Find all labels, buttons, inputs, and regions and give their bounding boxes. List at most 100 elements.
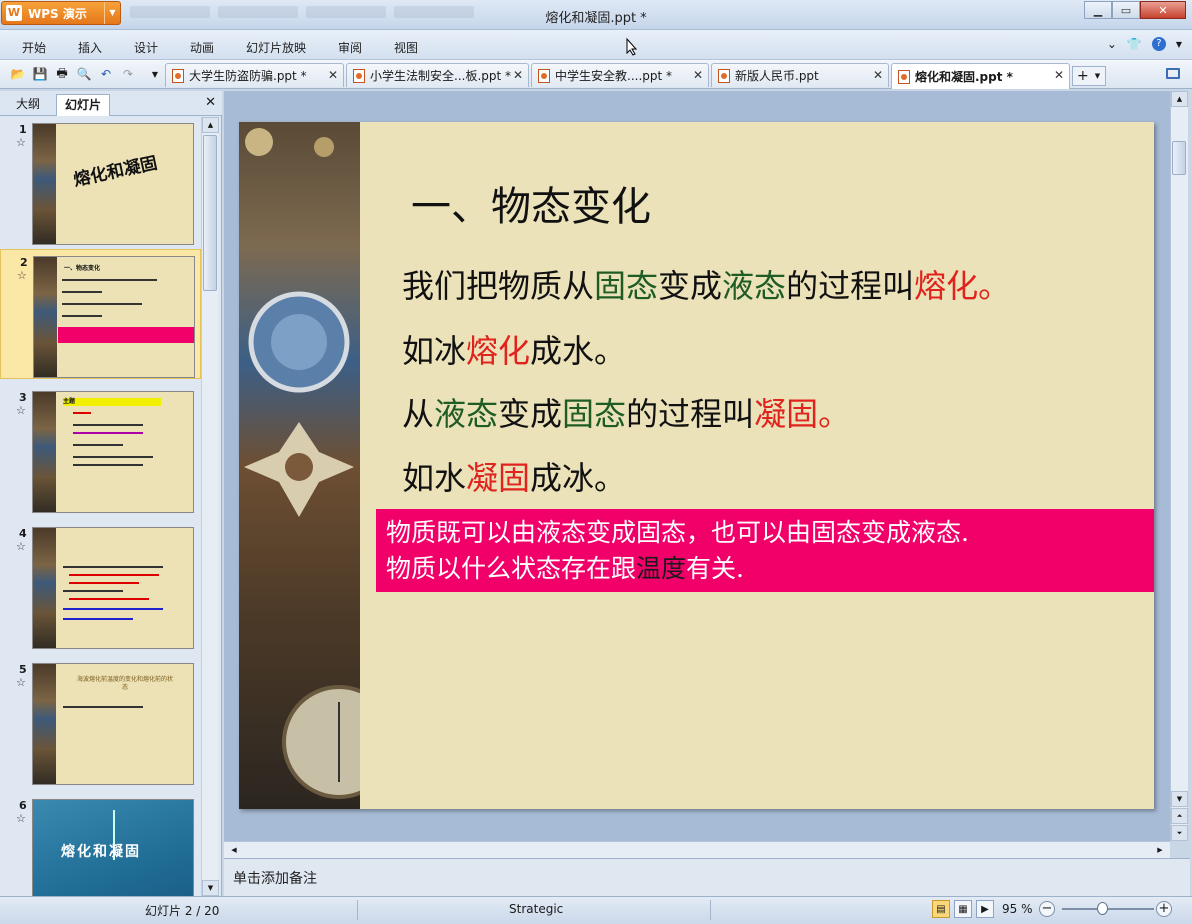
help-dropdown-icon[interactable]: ▼ — [1176, 40, 1182, 49]
close-tab-icon[interactable]: ✕ — [693, 68, 703, 82]
thumbnail-slide-1[interactable]: 1 ☆ 熔化和凝固 — [0, 117, 201, 247]
close-tab-icon[interactable]: ✕ — [328, 68, 338, 82]
customize-toolbar-icon[interactable]: ▼ — [147, 66, 163, 82]
print-icon[interactable]: 🖶 — [54, 66, 70, 82]
save-icon[interactable]: 💾 — [32, 66, 48, 82]
doc-tab-5-active[interactable]: 熔化和凝固.ppt * ✕ — [891, 63, 1070, 89]
highlight-textbox[interactable]: 物质既可以由液态变成固态，也可以由固态变成液态. 物质以什么状态存在跟温度有关. — [376, 509, 1154, 592]
text-run-green: 液态 — [722, 267, 787, 305]
decor-strip — [33, 392, 56, 512]
slide-text-line-2[interactable]: 如冰熔化成水。 — [402, 326, 626, 372]
menu-animation[interactable]: 动画 — [190, 39, 214, 56]
menu-bar: 开始 插入 设计 动画 幻灯片放映 审阅 视图 ⌄ 👕 ? ▼ — [0, 30, 1192, 60]
new-tab-button[interactable]: + ▼ — [1072, 66, 1106, 86]
text-run: 变成 — [658, 267, 723, 305]
zoom-slider-knob[interactable] — [1097, 902, 1108, 915]
close-tab-icon[interactable]: ✕ — [1054, 68, 1064, 82]
slide-decor-image — [239, 122, 360, 809]
text-run: 的过程叫 — [626, 395, 755, 433]
text-run-red: 凝固 — [466, 459, 531, 497]
slide-number: 5 — [19, 663, 27, 676]
notes-area[interactable]: 单击添加备注 — [224, 858, 1190, 896]
thumbnail-slide-4[interactable]: 4 ☆ — [0, 521, 201, 651]
zoom-in-icon[interactable]: + — [1156, 901, 1172, 917]
ppt-file-icon — [898, 69, 910, 84]
tab-slides[interactable]: 幻灯片 — [56, 94, 111, 116]
thumbnail-slide-5[interactable]: 5 ☆ 海波熔化前温度的变化和熔化前的状态 — [0, 657, 201, 787]
redo-icon[interactable]: ↷ — [120, 66, 136, 82]
menu-view[interactable]: 视图 — [394, 39, 418, 56]
scroll-right-icon[interactable]: ▶ — [1152, 842, 1168, 858]
ppt-file-icon — [172, 68, 184, 83]
ppt-file-icon — [353, 68, 365, 83]
slide-preview: 海波熔化前温度的变化和熔化前的状态 — [32, 663, 194, 785]
slide-sorter-view-icon[interactable]: ▦ — [954, 900, 972, 918]
slide-text-line-3[interactable]: 从液态变成固态的过程叫凝固。 — [402, 389, 850, 435]
transition-star-icon: ☆ — [17, 269, 27, 282]
slide-preview — [32, 527, 194, 649]
slide-number: 4 — [19, 527, 27, 540]
zoom-out-icon[interactable]: − — [1039, 901, 1055, 917]
thumbnail-slide-3[interactable]: 3 ☆ 主题 — [0, 385, 201, 515]
thumbnail-scrollbar[interactable]: ▲ ▼ — [201, 117, 219, 896]
open-folder-icon[interactable]: 📂 — [10, 66, 26, 82]
normal-view-icon[interactable]: ▤ — [932, 900, 950, 918]
undo-icon[interactable]: ↶ — [98, 66, 114, 82]
tab-outline[interactable]: 大纲 — [8, 94, 48, 116]
text-run-green: 液态 — [434, 395, 499, 433]
menu-design[interactable]: 设计 — [134, 39, 158, 56]
window-restore-icon[interactable] — [1166, 68, 1180, 79]
doc-tab-2[interactable]: 小学生法制安全...板.ppt * ✕ — [346, 63, 529, 87]
scroll-down-icon[interactable]: ▼ — [1171, 791, 1188, 807]
scroll-down-icon[interactable]: ▼ — [202, 880, 219, 896]
scroll-thumb[interactable] — [1172, 141, 1186, 175]
close-pane-icon[interactable]: ✕ — [205, 95, 216, 110]
scroll-up-icon[interactable]: ▲ — [1171, 91, 1188, 107]
thumbnail-slide-6[interactable]: 6 ☆ 熔化和凝固 — [0, 793, 201, 896]
skin-icon[interactable]: 👕 — [1127, 37, 1142, 51]
text-run-red: 凝固。 — [754, 395, 851, 433]
minimize-button[interactable]: ▁ — [1084, 1, 1112, 19]
close-window-button[interactable]: ✕ — [1140, 1, 1186, 19]
decor-strip — [33, 664, 56, 784]
canvas-horizontal-scrollbar[interactable]: ◀ ▶ — [224, 841, 1170, 858]
zoom-slider-track[interactable] — [1062, 908, 1154, 910]
scroll-left-icon[interactable]: ◀ — [226, 842, 242, 858]
wps-presentation-window: W WPS 演示 ▼ 熔化和凝固.ppt * ▁ ▭ ✕ 开始 插入 设计 动画… — [0, 0, 1192, 924]
maximize-button[interactable]: ▭ — [1112, 1, 1140, 19]
text-run-red: 熔化 — [466, 332, 531, 370]
slide-title[interactable]: 一、物态变化 — [411, 174, 651, 232]
slide-counter: 幻灯片 2 / 20 — [145, 904, 220, 918]
canvas-vertical-scrollbar[interactable]: ▲ ▼ ⏶ ⏷ — [1170, 91, 1188, 841]
close-tab-icon[interactable]: ✕ — [873, 68, 883, 82]
slideshow-view-icon[interactable]: ▶ — [976, 900, 994, 918]
slide-number: 6 — [19, 799, 27, 812]
print-preview-icon[interactable]: 🔍 — [76, 66, 92, 82]
slide-preview: 主题 — [32, 391, 194, 513]
window-title: 熔化和凝固.ppt * — [545, 11, 647, 26]
slide-text-line-4[interactable]: 如水凝固成冰。 — [402, 453, 626, 499]
current-slide[interactable]: 一、物态变化 我们把物质从固态变成液态的过程叫熔化。 如冰熔化成水。 从液态变成… — [239, 122, 1154, 809]
doc-tab-3[interactable]: 中学生安全教....ppt * ✕ — [531, 63, 709, 87]
slide-text-line-1[interactable]: 我们把物质从固态变成液态的过程叫熔化。 — [402, 261, 1010, 307]
thumbnail-slide-2[interactable]: 2 ☆ 一、物态变化 — [0, 249, 201, 379]
menu-insert[interactable]: 插入 — [78, 39, 102, 56]
zoom-level[interactable]: 95 % — [1002, 902, 1033, 916]
doc-tab-4[interactable]: 新版人民币.ppt ✕ — [711, 63, 889, 87]
scroll-thumb[interactable] — [203, 135, 217, 291]
scroll-up-icon[interactable]: ▲ — [202, 117, 219, 133]
next-slide-icon[interactable]: ⏷ — [1171, 825, 1188, 841]
chevron-down-icon: ▼ — [1094, 72, 1101, 80]
doc-tab-label: 新版人民币.ppt — [735, 69, 819, 83]
menu-review[interactable]: 审阅 — [338, 39, 362, 56]
text-run-green: 固态 — [562, 395, 627, 433]
close-tab-icon[interactable]: ✕ — [513, 68, 523, 82]
previous-slide-icon[interactable]: ⏶ — [1171, 808, 1188, 824]
collapse-ribbon-icon[interactable]: ⌄ — [1107, 37, 1117, 51]
text-run: 如水 — [402, 459, 467, 497]
doc-tab-1[interactable]: 大学生防盗防骗.ppt * ✕ — [165, 63, 344, 87]
help-icon[interactable]: ? — [1151, 37, 1166, 51]
menu-slideshow[interactable]: 幻灯片放映 — [246, 39, 306, 56]
menu-home[interactable]: 开始 — [22, 39, 46, 56]
transition-star-icon: ☆ — [16, 404, 26, 417]
